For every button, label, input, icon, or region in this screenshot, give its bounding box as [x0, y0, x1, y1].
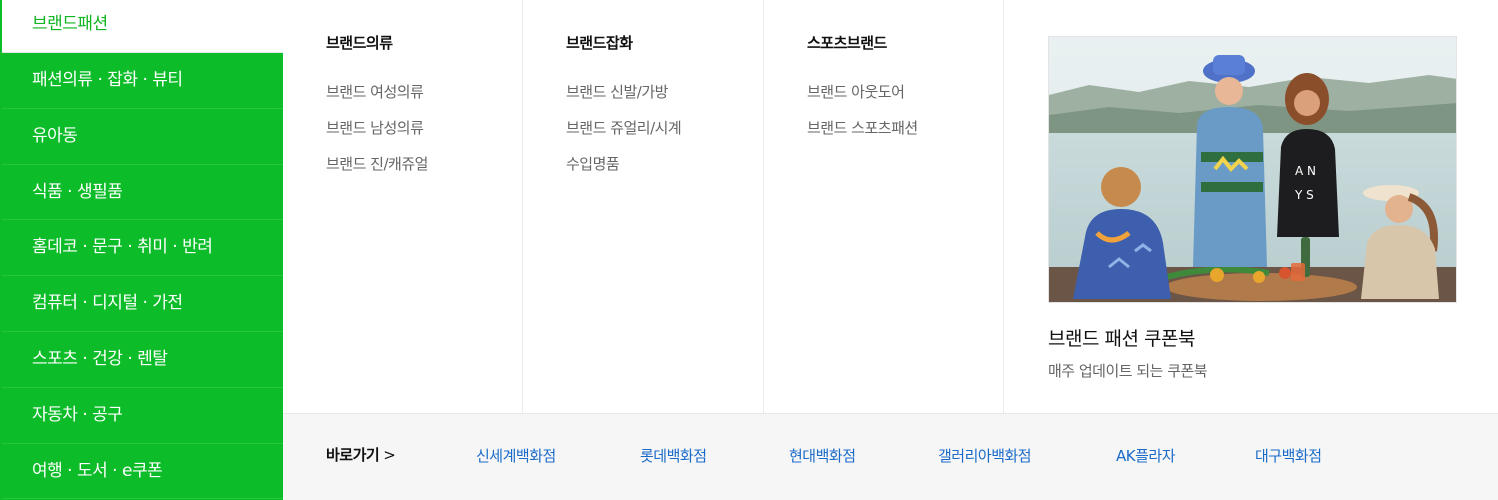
submenu-link-luxury[interactable]: 수입명품: [566, 146, 681, 182]
sidebar-item-sports[interactable]: 스포츠 · 건강 · 렌탈: [2, 332, 283, 388]
submenu-links: 브랜드 신발/가방 브랜드 쥬얼리/시계 수입명품: [566, 74, 682, 182]
svg-text:Y S: Y S: [1294, 188, 1314, 202]
promo-title[interactable]: 브랜드 패션 쿠폰북: [1048, 324, 1195, 351]
shortcut-link-daegu[interactable]: 대구백화점: [1255, 445, 1322, 466]
fashion-models-photo: A N Y S: [1049, 37, 1456, 302]
category-sidebar: 브랜드패션 패션의류 · 잡화 · 뷰티 유아동 식품 · 생필품 홈데코 · …: [0, 0, 283, 500]
submenu-link-men[interactable]: 브랜드 남성의류: [326, 110, 428, 146]
sidebar-item-brand-fashion[interactable]: 브랜드패션: [2, 0, 283, 53]
shortcut-link-ak-plaza[interactable]: AK플라자: [1116, 445, 1176, 466]
submenu-link-jeans[interactable]: 브랜드 진/캐쥬얼: [326, 146, 428, 182]
sidebar-item-travel[interactable]: 여행 · 도서 · e쿠폰: [2, 444, 283, 500]
submenu-column-sports: 스포츠브랜드 브랜드 아웃도어 브랜드 스포츠패션: [764, 0, 1004, 413]
chevron-right-icon: >: [383, 446, 396, 464]
submenu-link-sports-fashion[interactable]: 브랜드 스포츠패션: [807, 110, 918, 146]
submenu-column-clothing: 브랜드의류 브랜드 여성의류 브랜드 남성의류 브랜드 진/캐쥬얼: [283, 0, 523, 413]
shortcut-label-text: 바로가기: [326, 446, 380, 464]
shortcut-bar: 바로가기 > 신세계백화점 롯데백화점 현대백화점 갤러리아백화점 AK플라자 대…: [283, 413, 1498, 500]
submenu-link-women[interactable]: 브랜드 여성의류: [326, 74, 428, 110]
submenu-link-shoes-bags[interactable]: 브랜드 신발/가방: [566, 74, 681, 110]
sidebar-item-fashion-beauty[interactable]: 패션의류 · 잡화 · 뷰티: [2, 53, 283, 109]
sidebar-item-food[interactable]: 식품 · 생필품: [2, 165, 283, 221]
submenu-heading[interactable]: 스포츠브랜드: [807, 32, 887, 53]
sidebar-item-auto[interactable]: 자동차 · 공구: [2, 388, 283, 444]
promo-banner-image[interactable]: A N Y S: [1048, 36, 1457, 303]
submenu-links: 브랜드 여성의류 브랜드 남성의류 브랜드 진/캐쥬얼: [326, 74, 428, 182]
shortcut-link-hyundai[interactable]: 현대백화점: [789, 445, 856, 466]
submenu-heading[interactable]: 브랜드의류: [326, 32, 393, 53]
submenu-column-accessories: 브랜드잡화 브랜드 신발/가방 브랜드 쥬얼리/시계 수입명품: [523, 0, 764, 413]
shortcut-label[interactable]: 바로가기 >: [326, 444, 396, 465]
sidebar-item-home-deco[interactable]: 홈데코 · 문구 · 취미 · 반려: [2, 220, 283, 277]
sidebar-item-digital[interactable]: 컴퓨터 · 디지털 · 가전: [2, 276, 283, 332]
promo-subtitle: 매주 업데이트 되는 쿠폰북: [1048, 362, 1208, 380]
category-list: 패션의류 · 잡화 · 뷰티 유아동 식품 · 생필품 홈데코 · 문구 · 취…: [2, 53, 283, 500]
shortcut-link-galleria[interactable]: 갤러리아백화점: [938, 445, 1032, 466]
sidebar-item-kids[interactable]: 유아동: [2, 109, 283, 165]
submenu-link-outdoor[interactable]: 브랜드 아웃도어: [807, 74, 918, 110]
submenu-links: 브랜드 아웃도어 브랜드 스포츠패션: [807, 74, 918, 146]
shortcut-link-shinsegae[interactable]: 신세계백화점: [476, 445, 556, 466]
shortcut-link-lotte[interactable]: 롯데백화점: [640, 445, 707, 466]
submenu-link-jewelry[interactable]: 브랜드 쥬얼리/시계: [566, 110, 682, 146]
submenu-heading[interactable]: 브랜드잡화: [566, 32, 633, 53]
svg-text:A N: A N: [1295, 164, 1316, 178]
